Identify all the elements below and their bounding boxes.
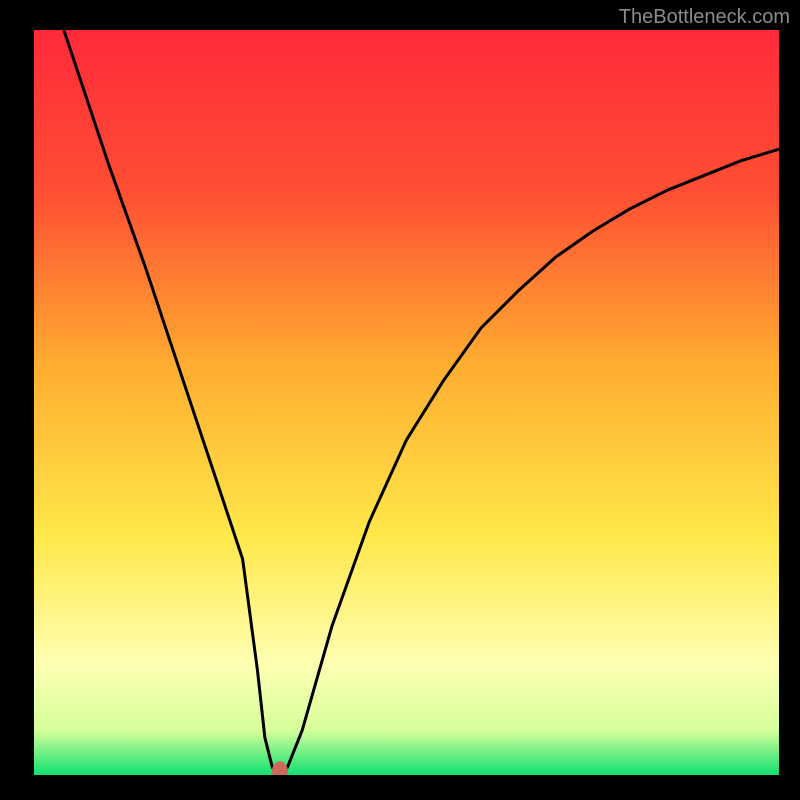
bottleneck-chart	[34, 30, 779, 775]
chart-svg	[34, 30, 779, 775]
chart-background	[34, 30, 779, 775]
watermark-text: TheBottleneck.com	[619, 6, 790, 29]
